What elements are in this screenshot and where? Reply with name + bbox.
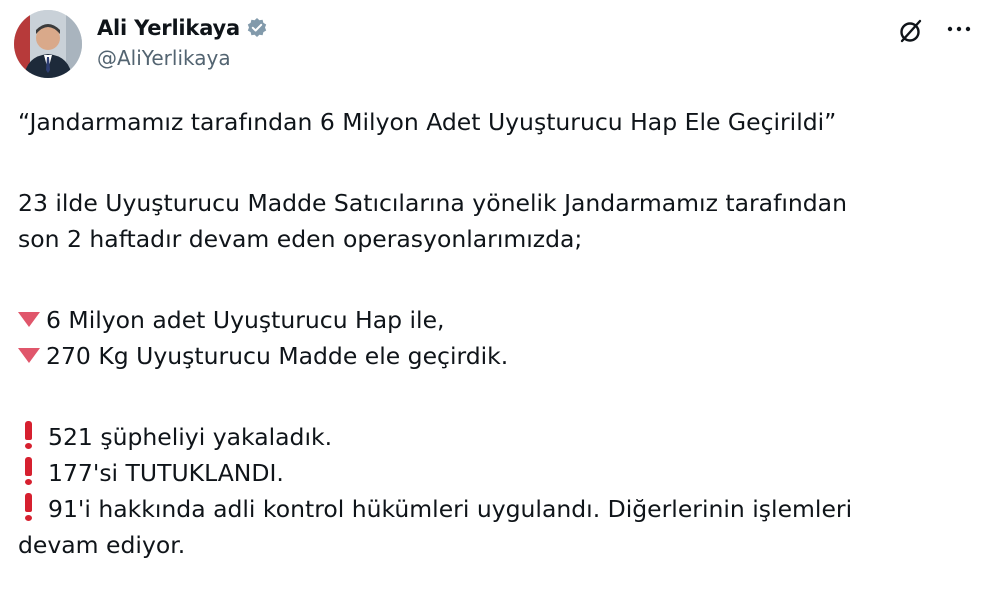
seizure-item-text: 6 Milyon adet Uyuşturucu Hap ile, [46,306,445,334]
tweet-intro-line: son 2 haftadır devam eden operasyonlarım… [18,225,583,253]
tweet-text: “Jandarmamız tarafından 6 Milyon Adet Uy… [18,104,978,563]
result-item: 177'si TUTUKLANDI. [18,455,978,491]
result-item: 521 şüpheliyi yakaladık. [18,419,978,455]
result-item-text: 91'i hakkında adli kontrol hükümleri uyg… [48,495,853,523]
seizure-item-text: 270 Kg Uyuşturucu Madde ele geçirdik. [46,342,509,370]
red-exclamation-icon [18,493,40,521]
result-item-text: 177'si TUTUKLANDI. [48,459,284,487]
tweet-header: Ali Yerlikaya @AliYerlikaya [0,0,1000,90]
red-down-triangle-icon [18,348,40,363]
red-exclamation-icon [18,421,40,449]
author-display-name[interactable]: Ali Yerlikaya [97,16,240,40]
red-down-triangle-icon [18,312,40,327]
name-row: Ali Yerlikaya [97,14,268,42]
tweet-headline: “Jandarmamız tarafından 6 Milyon Adet Uy… [18,108,837,136]
seizure-item: 270 Kg Uyuşturucu Madde ele geçirdik. [18,338,978,374]
tweet-intro-line: 23 ilde Uyuşturucu Madde Satıcılarına yö… [18,189,847,217]
red-exclamation-icon [18,457,40,485]
avatar[interactable] [14,10,82,78]
tweet-final-line: devam ediyor. [18,531,186,559]
result-item-text: 521 şüpheliyi yakaladık. [48,423,333,451]
avatar-photo [14,10,82,78]
result-item: 91'i hakkında adli kontrol hükümleri uyg… [18,491,978,527]
seizure-item: 6 Milyon adet Uyuşturucu Hap ile, [18,302,978,338]
author-block: Ali Yerlikaya @AliYerlikaya [97,14,268,70]
author-handle[interactable]: @AliYerlikaya [97,46,268,70]
verified-badge-icon [246,17,268,39]
grok-icon[interactable] [896,16,926,46]
more-options-icon[interactable] [944,14,974,44]
